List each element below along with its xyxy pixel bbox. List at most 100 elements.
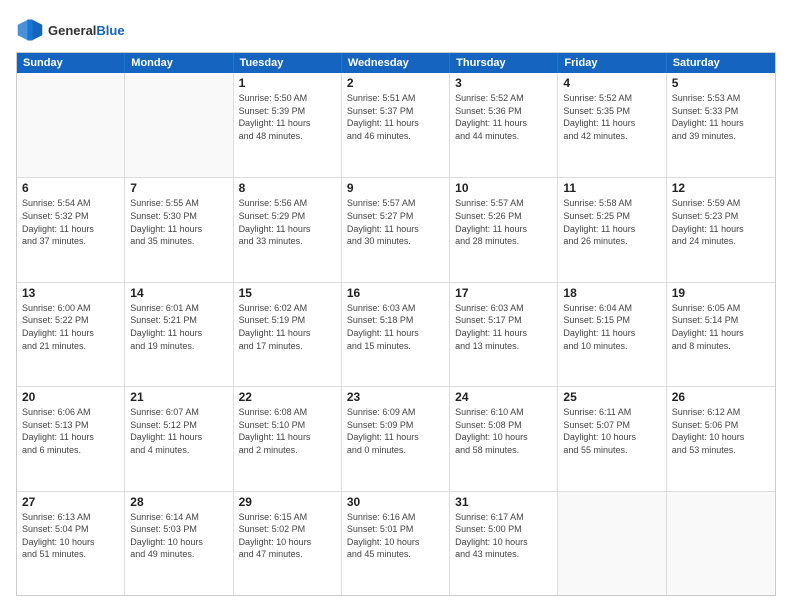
calendar-cell: 2 Sunrise: 5:51 AM Sunset: 5:37 PM Daylig… (342, 73, 450, 177)
cell-info: Sunrise: 5:59 AM Sunset: 5:23 PM Dayligh… (672, 197, 770, 247)
cell-info: Sunrise: 5:58 AM Sunset: 5:25 PM Dayligh… (563, 197, 660, 247)
cell-info: Sunrise: 6:16 AM Sunset: 5:01 PM Dayligh… (347, 511, 444, 561)
calendar-cell: 9 Sunrise: 5:57 AM Sunset: 5:27 PM Daylig… (342, 178, 450, 281)
cell-info: Sunrise: 6:12 AM Sunset: 5:06 PM Dayligh… (672, 406, 770, 456)
cell-info: Sunrise: 6:10 AM Sunset: 5:08 PM Dayligh… (455, 406, 552, 456)
calendar-cell: 18Sunrise: 6:04 AM Sunset: 5:15 PM Dayli… (558, 283, 666, 386)
calendar-cell (125, 73, 233, 177)
calendar-cell: 23 Sunrise: 6:09 AM Sunset: 5:09 PM Dayli… (342, 387, 450, 490)
calendar-cell (558, 492, 666, 595)
calendar-cell: 7 Sunrise: 5:55 AM Sunset: 5:30 PM Daylig… (125, 178, 233, 281)
cell-info: Sunrise: 6:09 AM Sunset: 5:09 PM Dayligh… (347, 406, 444, 456)
calendar-cell: 22 Sunrise: 6:08 AM Sunset: 5:10 PM Dayli… (234, 387, 342, 490)
day-number: 14 (130, 286, 227, 300)
day-number: 6 (22, 181, 119, 195)
day-number: 28 (130, 495, 227, 509)
cell-info: Sunrise: 6:03 AM Sunset: 5:18 PM Dayligh… (347, 302, 444, 352)
day-number: 1 (239, 76, 336, 90)
day-number: 2 (347, 76, 444, 90)
day-number: 31 (455, 495, 552, 509)
cell-info: Sunrise: 5:57 AM Sunset: 5:27 PM Dayligh… (347, 197, 444, 247)
cell-info: Sunrise: 5:54 AM Sunset: 5:32 PM Dayligh… (22, 197, 119, 247)
day-number: 21 (130, 390, 227, 404)
cell-info: Sunrise: 5:55 AM Sunset: 5:30 PM Dayligh… (130, 197, 227, 247)
calendar-cell: 1Sunrise: 5:50 AM Sunset: 5:39 PM Daylig… (234, 73, 342, 177)
day-number: 22 (239, 390, 336, 404)
cell-info: Sunrise: 5:52 AM Sunset: 5:35 PM Dayligh… (563, 92, 660, 142)
calendar-cell: 13 Sunrise: 6:00 AM Sunset: 5:22 PM Dayli… (17, 283, 125, 386)
header: GeneralBlue (16, 16, 776, 44)
calendar-cell (17, 73, 125, 177)
day-number: 5 (672, 76, 770, 90)
day-number: 7 (130, 181, 227, 195)
day-number: 23 (347, 390, 444, 404)
cell-info: Sunrise: 6:05 AM Sunset: 5:14 PM Dayligh… (672, 302, 770, 352)
cell-info: Sunrise: 6:03 AM Sunset: 5:17 PM Dayligh… (455, 302, 552, 352)
cell-info: Sunrise: 5:56 AM Sunset: 5:29 PM Dayligh… (239, 197, 336, 247)
day-number: 10 (455, 181, 552, 195)
cell-info: Sunrise: 6:17 AM Sunset: 5:00 PM Dayligh… (455, 511, 552, 561)
day-number: 29 (239, 495, 336, 509)
calendar-cell: 30 Sunrise: 6:16 AM Sunset: 5:01 PM Dayli… (342, 492, 450, 595)
day-number: 30 (347, 495, 444, 509)
cell-info: Sunrise: 5:53 AM Sunset: 5:33 PM Dayligh… (672, 92, 770, 142)
calendar-cell: 29 Sunrise: 6:15 AM Sunset: 5:02 PM Dayli… (234, 492, 342, 595)
day-number: 27 (22, 495, 119, 509)
calendar-cell: 27 Sunrise: 6:13 AM Sunset: 5:04 PM Dayli… (17, 492, 125, 595)
day-number: 8 (239, 181, 336, 195)
day-number: 20 (22, 390, 119, 404)
calendar-cell: 19 Sunrise: 6:05 AM Sunset: 5:14 PM Dayli… (667, 283, 775, 386)
logo-text: GeneralBlue (48, 23, 125, 38)
calendar-cell: 17 Sunrise: 6:03 AM Sunset: 5:17 PM Dayli… (450, 283, 558, 386)
day-number: 16 (347, 286, 444, 300)
logo-icon (16, 16, 44, 44)
day-number: 17 (455, 286, 552, 300)
day-number: 11 (563, 181, 660, 195)
cell-info: Sunrise: 5:52 AM Sunset: 5:36 PM Dayligh… (455, 92, 552, 142)
day-number: 25 (563, 390, 660, 404)
calendar-cell: 20Sunrise: 6:06 AM Sunset: 5:13 PM Dayli… (17, 387, 125, 490)
calendar-row-3: 20Sunrise: 6:06 AM Sunset: 5:13 PM Dayli… (17, 386, 775, 490)
header-day-monday: Monday (125, 53, 233, 73)
day-number: 12 (672, 181, 770, 195)
day-number: 3 (455, 76, 552, 90)
day-number: 26 (672, 390, 770, 404)
calendar-cell: 10 Sunrise: 5:57 AM Sunset: 5:26 PM Dayli… (450, 178, 558, 281)
day-number: 4 (563, 76, 660, 90)
page: GeneralBlue SundayMondayTuesdayWednesday… (0, 0, 792, 612)
calendar-cell: 6 Sunrise: 5:54 AM Sunset: 5:32 PM Daylig… (17, 178, 125, 281)
header-day-wednesday: Wednesday (342, 53, 450, 73)
calendar-cell: 16 Sunrise: 6:03 AM Sunset: 5:18 PM Dayli… (342, 283, 450, 386)
logo: GeneralBlue (16, 16, 125, 44)
calendar-row-0: 1Sunrise: 5:50 AM Sunset: 5:39 PM Daylig… (17, 73, 775, 177)
cell-info: Sunrise: 6:15 AM Sunset: 5:02 PM Dayligh… (239, 511, 336, 561)
cell-info: Sunrise: 6:14 AM Sunset: 5:03 PM Dayligh… (130, 511, 227, 561)
calendar-row-4: 27 Sunrise: 6:13 AM Sunset: 5:04 PM Dayli… (17, 491, 775, 595)
cell-info: Sunrise: 6:00 AM Sunset: 5:22 PM Dayligh… (22, 302, 119, 352)
calendar-cell: 26 Sunrise: 6:12 AM Sunset: 5:06 PM Dayli… (667, 387, 775, 490)
calendar-cell: 11 Sunrise: 5:58 AM Sunset: 5:25 PM Dayli… (558, 178, 666, 281)
calendar-row-2: 13 Sunrise: 6:00 AM Sunset: 5:22 PM Dayli… (17, 282, 775, 386)
calendar-header: SundayMondayTuesdayWednesdayThursdayFrid… (17, 53, 775, 73)
calendar-cell: 15Sunrise: 6:02 AM Sunset: 5:19 PM Dayli… (234, 283, 342, 386)
header-day-friday: Friday (558, 53, 666, 73)
calendar-cell: 12 Sunrise: 5:59 AM Sunset: 5:23 PM Dayli… (667, 178, 775, 281)
cell-info: Sunrise: 6:04 AM Sunset: 5:15 PM Dayligh… (563, 302, 660, 352)
calendar-cell: 24Sunrise: 6:10 AM Sunset: 5:08 PM Dayli… (450, 387, 558, 490)
cell-info: Sunrise: 6:08 AM Sunset: 5:10 PM Dayligh… (239, 406, 336, 456)
cell-info: Sunrise: 6:01 AM Sunset: 5:21 PM Dayligh… (130, 302, 227, 352)
cell-info: Sunrise: 5:57 AM Sunset: 5:26 PM Dayligh… (455, 197, 552, 247)
cell-info: Sunrise: 6:11 AM Sunset: 5:07 PM Dayligh… (563, 406, 660, 456)
cell-info: Sunrise: 6:13 AM Sunset: 5:04 PM Dayligh… (22, 511, 119, 561)
calendar-cell: 4 Sunrise: 5:52 AM Sunset: 5:35 PM Daylig… (558, 73, 666, 177)
day-number: 13 (22, 286, 119, 300)
calendar-cell: 14 Sunrise: 6:01 AM Sunset: 5:21 PM Dayli… (125, 283, 233, 386)
day-number: 19 (672, 286, 770, 300)
header-day-tuesday: Tuesday (234, 53, 342, 73)
calendar-cell: 28 Sunrise: 6:14 AM Sunset: 5:03 PM Dayli… (125, 492, 233, 595)
cell-info: Sunrise: 6:02 AM Sunset: 5:19 PM Dayligh… (239, 302, 336, 352)
calendar-cell: 25 Sunrise: 6:11 AM Sunset: 5:07 PM Dayli… (558, 387, 666, 490)
calendar-cell: 5 Sunrise: 5:53 AM Sunset: 5:33 PM Daylig… (667, 73, 775, 177)
day-number: 9 (347, 181, 444, 195)
cell-info: Sunrise: 5:51 AM Sunset: 5:37 PM Dayligh… (347, 92, 444, 142)
